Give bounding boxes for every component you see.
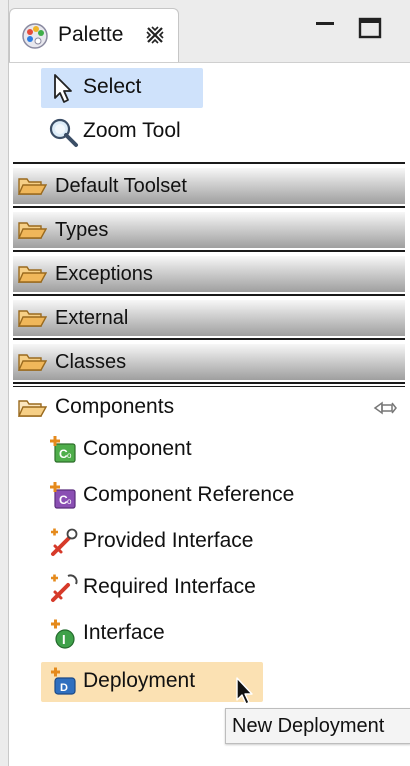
drawer-label: Components — [55, 395, 175, 418]
mouse-cursor-icon — [236, 677, 253, 705]
drawer-separator — [13, 162, 405, 164]
deployment-icon: D — [51, 667, 76, 695]
tab-strip: Palette — [9, 0, 410, 63]
tooltip: New Deployment — [225, 708, 410, 744]
tool-component[interactable]: C o Component — [41, 430, 241, 470]
tool-label: Required Interface — [83, 575, 256, 598]
drawer-label: Exceptions — [55, 263, 153, 285]
folder-open-icon — [17, 400, 47, 417]
drawer-external[interactable]: External — [13, 300, 405, 336]
folder-icon — [17, 266, 47, 283]
tooltip-text: New Deployment — [232, 715, 385, 737]
component-reference-icon: C o — [50, 482, 76, 509]
tool-label: Zoom Tool — [83, 119, 181, 142]
tool-label: Provided Interface — [83, 529, 254, 552]
tool-label: Deployment — [83, 669, 196, 692]
tab-title: Palette — [58, 23, 124, 46]
folder-icon — [17, 222, 47, 239]
tool-required-interface[interactable]: Required Interface — [41, 568, 301, 608]
drawer-label: Types — [55, 219, 109, 241]
tool-label: Component — [83, 437, 192, 460]
minimize-icon[interactable] — [313, 14, 339, 40]
tool-provided-interface[interactable]: Provided Interface — [41, 522, 301, 562]
drawer-exceptions[interactable]: Exceptions — [13, 256, 405, 292]
interface-icon: I — [51, 619, 75, 649]
drawer-separator — [13, 294, 405, 296]
drawer-label: Classes — [55, 351, 127, 373]
svg-text:I: I — [62, 632, 66, 647]
palette-icon — [22, 23, 48, 49]
drawer-separator — [13, 338, 405, 340]
tool-deployment[interactable]: D Deployment — [41, 662, 263, 702]
svg-text:o: o — [67, 497, 72, 506]
magnifier-icon — [49, 118, 78, 147]
close-icon[interactable] — [144, 24, 166, 46]
required-interface-icon — [51, 574, 78, 602]
tool-component-reference[interactable]: C o Component Reference — [41, 476, 341, 516]
drawer-label: External — [55, 307, 129, 329]
folder-icon — [17, 310, 47, 327]
drawer-default-toolset[interactable]: Default Toolset — [13, 168, 405, 204]
drawer-label: Default Toolset — [55, 175, 187, 197]
palette-view: Palette Select Zoom Tool Default Toolset… — [8, 0, 410, 766]
pin-icon[interactable] — [373, 400, 399, 416]
component-icon: C o — [50, 436, 76, 463]
tool-label: Select — [83, 75, 142, 98]
tool-label: Interface — [83, 621, 165, 644]
drawer-separator — [13, 206, 405, 208]
svg-text:o: o — [67, 451, 72, 460]
drawer-classes[interactable]: Classes — [13, 344, 405, 380]
drawer-types[interactable]: Types — [13, 212, 405, 248]
tab-palette[interactable]: Palette — [9, 8, 179, 62]
provided-interface-icon — [51, 528, 78, 556]
maximize-icon[interactable] — [357, 14, 383, 40]
tool-label: Component Reference — [83, 483, 295, 506]
drawer-separator — [13, 386, 405, 387]
arrow-pointer-icon — [54, 74, 72, 103]
folder-icon — [17, 354, 47, 371]
drawer-separator — [13, 382, 405, 384]
tool-select[interactable]: Select — [41, 68, 203, 108]
svg-text:D: D — [60, 682, 68, 694]
drawer-separator — [13, 250, 405, 252]
drawer-components[interactable]: Components — [13, 388, 405, 428]
tool-zoom[interactable]: Zoom Tool — [41, 112, 241, 152]
folder-icon — [17, 178, 47, 195]
tool-interface[interactable]: I Interface — [41, 614, 241, 654]
